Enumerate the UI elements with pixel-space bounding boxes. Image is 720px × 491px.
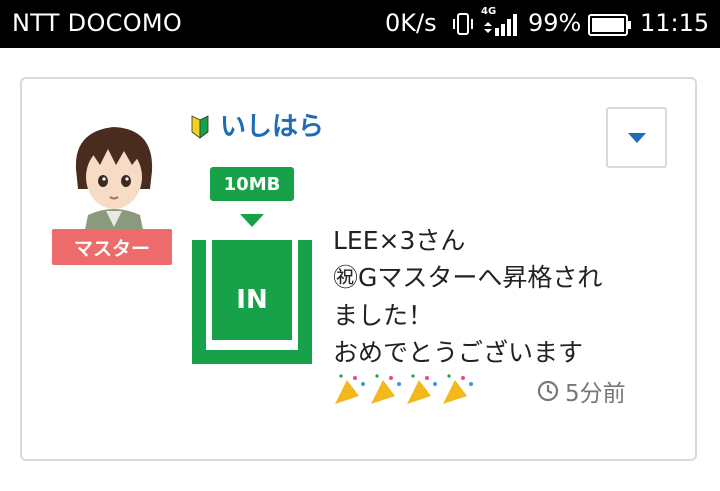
carrier-name: NTT DOCOMO xyxy=(12,9,183,37)
status-bar: NTT DOCOMO 0K/s 4G 99% 11:15 xyxy=(0,0,720,48)
party-popper-icon xyxy=(371,373,401,404)
party-popper-icons xyxy=(335,373,473,404)
username[interactable]: いしはら xyxy=(220,106,324,143)
beginner-mark-icon xyxy=(191,115,209,139)
rank-badge: マスター xyxy=(52,229,172,265)
party-popper-icon xyxy=(443,373,473,404)
caret-down-icon xyxy=(627,132,646,143)
party-popper-icon xyxy=(335,373,365,404)
vibrate-icon xyxy=(453,13,473,35)
avatar[interactable] xyxy=(66,119,162,235)
signal-icon xyxy=(484,14,517,36)
network-speed: 0K/s xyxy=(385,9,437,37)
post-menu-button[interactable] xyxy=(606,107,667,168)
battery-percent: 99% xyxy=(528,9,582,37)
message-text: LEE×3さん ㊗Gマスターへ昇格され ました！ おめでとうございます xyxy=(333,225,603,368)
battery-icon xyxy=(588,14,631,36)
clock: 11:15 xyxy=(640,9,710,37)
triangle-down-icon xyxy=(240,214,264,227)
data-in-stamp: IN xyxy=(192,240,312,364)
clock-icon xyxy=(537,380,559,402)
stamp-label: IN xyxy=(236,285,267,315)
post-timestamp: 5分前 xyxy=(537,374,626,408)
timestamp-text: 5分前 xyxy=(565,381,626,407)
data-amount-badge: 10MB xyxy=(210,167,294,201)
party-popper-icon xyxy=(407,373,437,404)
